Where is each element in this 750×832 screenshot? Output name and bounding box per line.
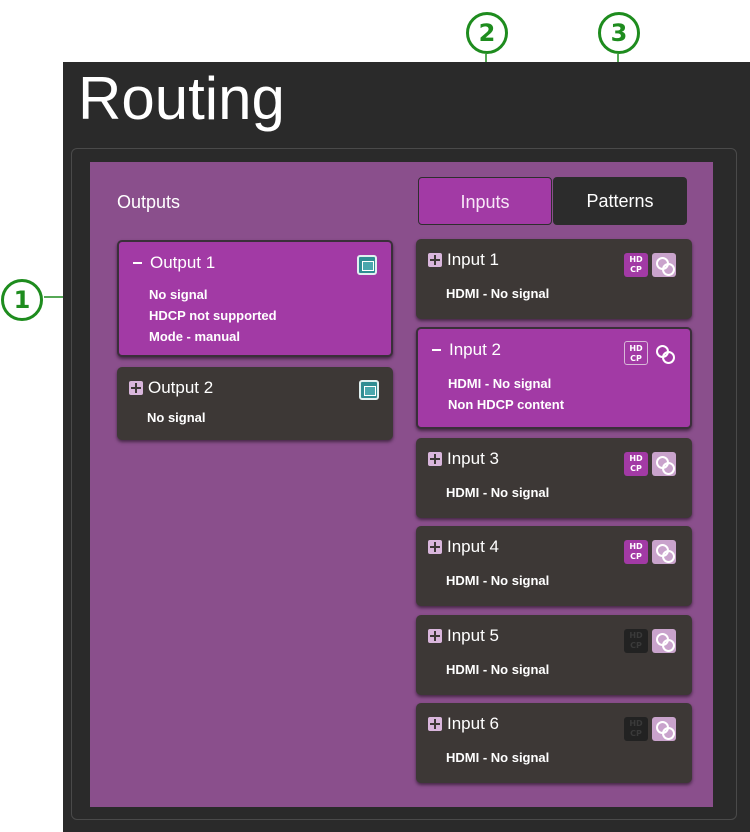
routing-panel: Outputs Inputs Patterns Output 1 No sign… xyxy=(90,162,713,807)
page-title: Routing xyxy=(78,65,285,132)
input-status: HDMI - No signal xyxy=(446,485,550,500)
input-status: HDMI - No signal xyxy=(448,376,552,391)
routing-window: Routing Outputs Inputs Patterns Output 1… xyxy=(63,62,750,832)
outputs-label: Outputs xyxy=(117,192,181,212)
tab-patterns[interactable]: Patterns xyxy=(553,177,687,225)
input-status: HDMI - No signal xyxy=(446,750,550,765)
plus-icon[interactable] xyxy=(428,540,442,554)
hdcp-icon[interactable]: HD CP xyxy=(624,341,648,365)
input-card-6[interactable]: Input 6 HDMI - No signal HD CP xyxy=(416,703,692,783)
hdcp-icon[interactable]: HD CP xyxy=(624,717,648,741)
minus-icon[interactable] xyxy=(430,343,444,357)
plus-icon[interactable] xyxy=(428,717,442,731)
display-icon[interactable] xyxy=(357,255,377,275)
link-icon[interactable] xyxy=(652,341,676,365)
hdcp-icon[interactable]: HD CP xyxy=(624,629,648,653)
input-card-4[interactable]: Input 4 HDMI - No signal HD CP xyxy=(416,526,692,606)
link-icon[interactable] xyxy=(652,452,676,476)
input-name: Input 3 xyxy=(447,449,499,468)
link-icon[interactable] xyxy=(652,717,676,741)
input-name: Input 4 xyxy=(447,537,499,556)
input-name: Input 2 xyxy=(449,340,501,359)
output-card-2[interactable]: Output 2 No signal xyxy=(117,367,393,440)
input-card-3[interactable]: Input 3 HDMI - No signal HD CP xyxy=(416,438,692,518)
link-icon[interactable] xyxy=(652,253,676,277)
plus-icon[interactable] xyxy=(428,452,442,466)
input-card-5[interactable]: Input 5 HDMI - No signal HD CP xyxy=(416,615,692,695)
hdcp-icon[interactable]: HD CP xyxy=(624,253,648,277)
output-card-1[interactable]: Output 1 No signal HDCP not supported Mo… xyxy=(117,240,393,357)
input-status: HDMI - No signal xyxy=(446,286,550,301)
display-icon[interactable] xyxy=(359,380,379,400)
plus-icon[interactable] xyxy=(428,629,442,643)
plus-icon[interactable] xyxy=(428,253,442,267)
input-status: HDMI - No signal xyxy=(446,662,550,677)
output-status: No signal xyxy=(149,287,208,302)
output-name: Output 2 xyxy=(148,378,214,397)
hdcp-icon[interactable]: HD CP xyxy=(624,452,648,476)
link-icon[interactable] xyxy=(652,540,676,564)
link-icon[interactable] xyxy=(652,629,676,653)
minus-icon[interactable] xyxy=(131,256,145,270)
input-name: Input 6 xyxy=(447,714,499,733)
output-mode: Mode - manual xyxy=(149,329,241,344)
input-name: Input 5 xyxy=(447,626,499,645)
plus-icon[interactable] xyxy=(129,381,143,395)
input-status: HDMI - No signal xyxy=(446,573,550,588)
output-name: Output 1 xyxy=(150,253,216,272)
output-status: No signal xyxy=(147,410,206,425)
input-card-2[interactable]: Input 2 HDMI - No signal Non HDCP conten… xyxy=(416,327,692,429)
hdcp-icon[interactable]: HD CP xyxy=(624,540,648,564)
input-content-status: Non HDCP content xyxy=(448,397,565,412)
tab-inputs[interactable]: Inputs xyxy=(418,177,552,225)
input-name: Input 1 xyxy=(447,250,499,269)
output-hdcp-status: HDCP not supported xyxy=(149,308,277,323)
input-card-1[interactable]: Input 1 HDMI - No signal HD CP xyxy=(416,239,692,319)
